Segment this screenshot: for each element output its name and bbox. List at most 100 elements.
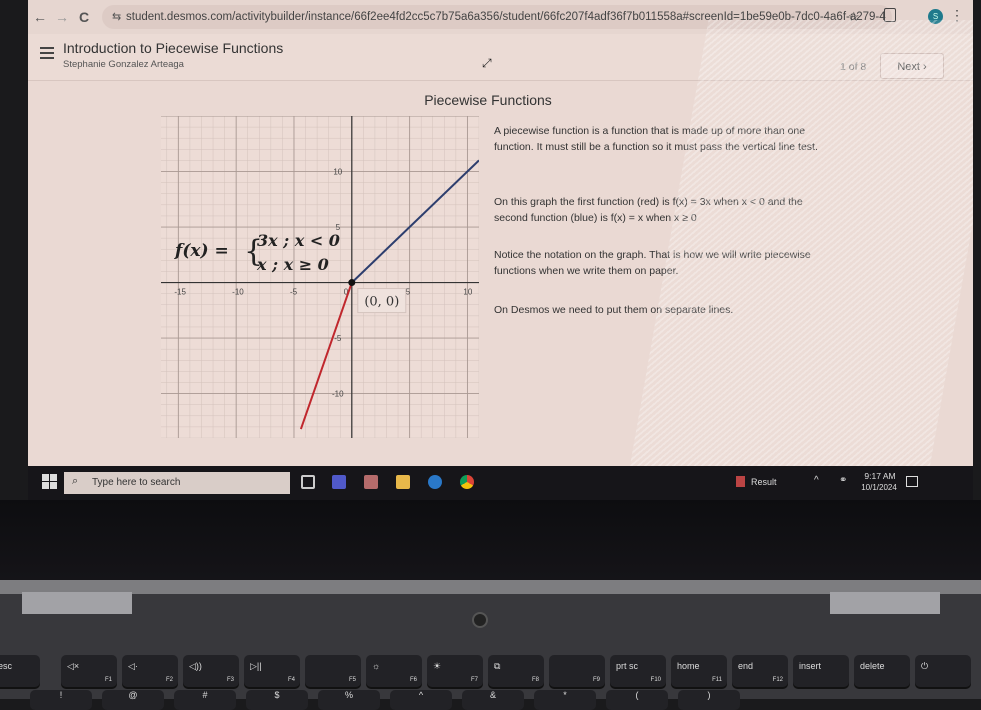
activity-screen: Piecewise Functions -15 -10 -5 0 5 10 -10 -5 5 10…	[28, 81, 973, 466]
key-f11[interactable]: home F11	[671, 655, 727, 687]
reload-button[interactable]: C	[76, 9, 92, 25]
paragraph-desmos-lines: On Desmos we need to put them on separat…	[494, 304, 734, 316]
paragraph-notation: Notice the notation on the graph. That i…	[494, 249, 811, 277]
notification-icon[interactable]	[906, 476, 918, 487]
forward-button[interactable]: →	[54, 9, 70, 25]
key-label: ◁×	[67, 661, 80, 671]
key-f8[interactable]: ⧉ F8	[488, 655, 544, 687]
hinge-right	[830, 592, 940, 614]
axes	[161, 116, 479, 438]
screen-reflection	[0, 500, 981, 580]
next-button[interactable]: Next ›	[880, 53, 944, 79]
key-number-row[interactable]: $	[246, 690, 308, 710]
key-f1[interactable]: ◁× F1	[61, 655, 117, 687]
hinge-left	[22, 592, 132, 614]
teamviewer-icon[interactable]	[428, 475, 442, 489]
x-tick-label: -15	[174, 288, 186, 297]
key-label: ☼	[372, 661, 381, 671]
key-f6[interactable]: ☼ F6	[366, 655, 422, 687]
key-f3[interactable]: ◁)) F3	[183, 655, 239, 687]
key-f4[interactable]: ▷|| F4	[244, 655, 300, 687]
bookmark-star-icon[interactable]: ☆	[848, 9, 860, 25]
key-fn-label: F8	[531, 677, 539, 683]
key-number-row[interactable]: #	[174, 690, 236, 710]
key-f10[interactable]: prt sc F10	[610, 655, 666, 687]
teams-icon[interactable]	[332, 475, 346, 489]
expand-icon[interactable]: ⤢	[482, 56, 492, 71]
task-view-icon[interactable]	[301, 475, 315, 489]
key-fn-label: F11	[712, 677, 722, 683]
point-marks: (0, 0)	[348, 279, 407, 314]
clock-date[interactable]: 10/1/2024	[856, 483, 902, 492]
key-f12[interactable]: end F12	[732, 655, 788, 687]
chrome-icon[interactable]	[460, 475, 474, 489]
search-placeholder: Type here to search	[92, 477, 181, 488]
key-label: ◁·	[128, 661, 138, 671]
key-label: ⧉	[494, 661, 501, 671]
key-number-row[interactable]: &	[462, 690, 524, 710]
camera-shutter	[472, 612, 488, 628]
piecewise-annotation: f(x) = { 3x ; x < 0 x ; x ≥ 0	[174, 231, 340, 274]
annotation-case-2: x ; x ≥ 0	[256, 255, 329, 274]
key-label: insert	[799, 661, 822, 671]
key--[interactable]: ⏻	[915, 655, 971, 687]
key-fn-label: F5	[348, 677, 356, 683]
profile-avatar[interactable]: S	[928, 9, 943, 24]
tray-app-label[interactable]: Result	[751, 477, 777, 487]
clock-time[interactable]: 9:17 AM	[858, 471, 902, 481]
key-label: ▷||	[250, 661, 262, 671]
taskbar-search-box[interactable]: ⌕ Type here to search	[64, 472, 290, 494]
key-fn-label: F6	[409, 677, 417, 683]
origin-point	[348, 279, 356, 287]
browser-toolbar: ← → C student.desmos.com/activitybuilder…	[28, 0, 973, 34]
key-number-row[interactable]: (	[606, 690, 668, 710]
windows-start-icon[interactable]	[42, 474, 58, 490]
site-info-icon[interactable]: ⇆	[112, 10, 121, 23]
key-fn-label: F10	[650, 677, 661, 683]
hamburger-menu-icon[interactable]	[40, 47, 54, 62]
key-number-row[interactable]: %	[318, 690, 380, 710]
key-f2[interactable]: ◁· F2	[122, 655, 178, 687]
paragraph-definition: A piecewise function is a function that …	[494, 125, 818, 153]
key-label: ◁))	[189, 661, 202, 671]
x-tick-label: 5	[406, 288, 411, 297]
desmos-graph[interactable]: -15 -10 -5 0 5 10-10-5510 (0, 0) f(x) = { 3x …	[161, 116, 479, 438]
file-explorer-icon[interactable]	[396, 475, 410, 489]
key-fn-label: F3	[226, 677, 234, 683]
grid-minor	[161, 116, 479, 438]
key-number-row[interactable]: ^	[390, 690, 452, 710]
app-icon[interactable]	[364, 475, 378, 489]
back-button[interactable]: ←	[32, 9, 48, 25]
key-number-row[interactable]: )	[678, 690, 740, 710]
key-number-row[interactable]: @	[102, 690, 164, 710]
tray-chevron-icon[interactable]: ^	[814, 475, 819, 486]
key-insert[interactable]: insert	[793, 655, 849, 687]
paragraph-red-blue: On this graph the first function (red) i…	[494, 196, 803, 224]
key-label: delete	[860, 661, 885, 671]
key-esc[interactable]: esc	[0, 655, 40, 687]
key-fn-label: F1	[104, 677, 112, 683]
key-f5[interactable]: F5	[305, 655, 361, 687]
key-label: end	[738, 661, 754, 671]
key-number-row[interactable]: !	[30, 690, 92, 710]
key-number-row[interactable]: *	[534, 690, 596, 710]
point-label: (0, 0)	[364, 295, 399, 310]
browser-menu-icon[interactable]: ⋮	[950, 7, 964, 24]
key-label: ☀	[433, 661, 442, 671]
key-label: ⏻	[921, 661, 929, 671]
key-f9[interactable]: F9	[549, 655, 605, 687]
key-delete[interactable]: delete	[854, 655, 910, 687]
x-tick-label: -10	[232, 288, 244, 297]
address-bar[interactable]: student.desmos.com/activitybuilder/insta…	[102, 5, 892, 29]
key-fn-label: F4	[287, 677, 295, 683]
x-tick-label: -5	[290, 288, 298, 297]
key-f7[interactable]: ☀ F7	[427, 655, 483, 687]
student-name: Stephanie Gonzalez Arteaga	[63, 59, 184, 70]
network-icon[interactable]: ⚭	[839, 475, 847, 486]
tray-app-icon[interactable]	[736, 476, 745, 487]
blue-line-x	[351, 159, 479, 284]
annotation-case-1: 3x ; x < 0	[257, 231, 340, 250]
extensions-icon[interactable]	[884, 8, 896, 22]
annotation-lhs: f(x) =	[174, 241, 229, 261]
key-fn-label: F12	[772, 677, 783, 683]
